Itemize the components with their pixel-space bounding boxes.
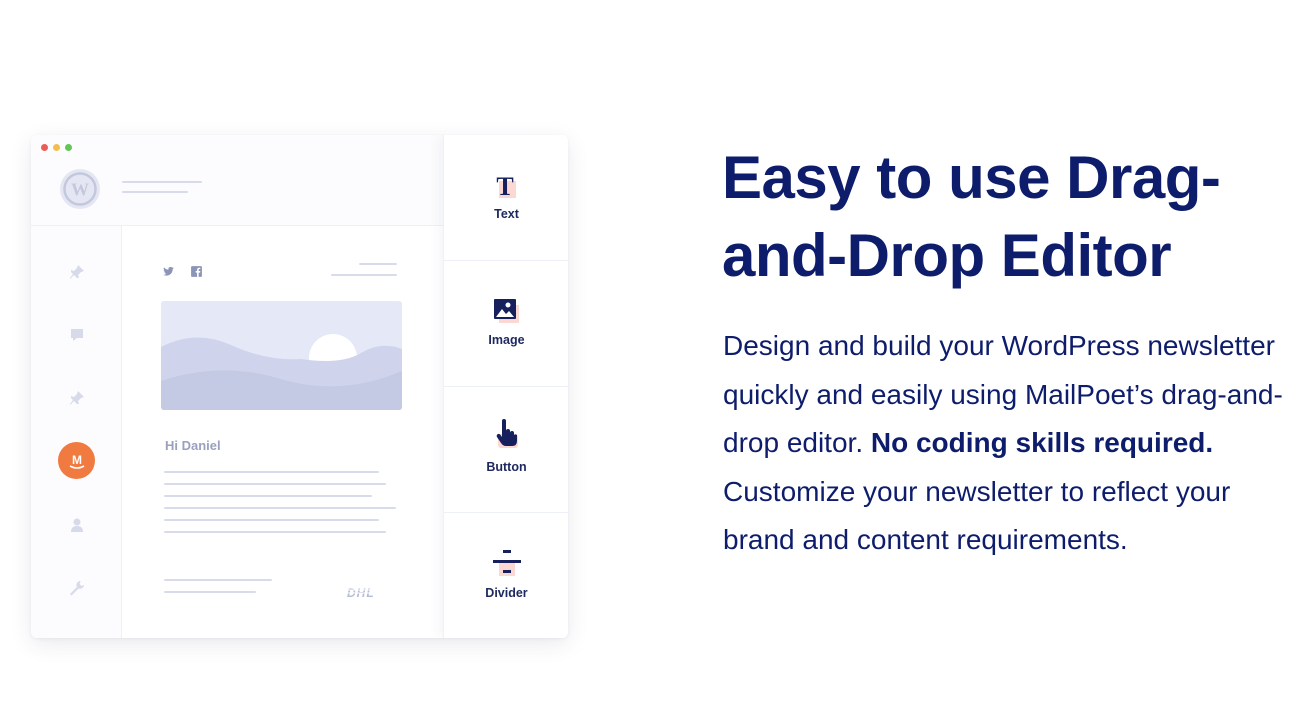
content-blocks-panel: T Text Image Button Divider [443,135,568,638]
editor-illustration: W M Hi Daniel DHL T Text Image Button Di… [31,135,568,638]
email-greeting: Hi Daniel [165,438,221,453]
button-block-label: Button [486,460,527,474]
twitter-icon [163,266,174,276]
wrench-icon [70,581,84,596]
wordpress-logo-icon: W [60,169,100,209]
window-controls [41,144,72,151]
header-line [122,181,202,183]
header-text-line [331,274,397,276]
wp-admin-sidebar: M [31,226,122,638]
footer-line [164,591,256,593]
minimize-dot [53,144,60,151]
paragraph-line [164,531,386,533]
section-description: Design and build your WordPress newslett… [723,322,1283,565]
text-block-label: Text [494,207,519,221]
dhl-logo: DHL [345,586,399,599]
image-icon [494,299,519,323]
description-text-continued: Customize your newsletter to reflect you… [723,475,1231,556]
divider-icon [493,550,521,576]
facebook-icon [191,266,202,277]
landscape-icon [161,334,402,410]
mailpoet-icon: M [58,442,95,479]
paragraph-line [164,519,379,521]
header-line [122,191,188,193]
email-canvas: Hi Daniel DHL [122,226,443,638]
mailpoet-logo-icon: M [69,453,84,469]
text-block[interactable]: T Text [444,135,568,261]
paragraph-line [164,507,396,509]
comment-icon [71,329,83,341]
user-icon [71,518,83,532]
svg-text:W: W [71,180,89,200]
svg-text:M: M [72,453,82,467]
pin-icon [70,391,84,405]
pointer-icon [496,419,518,448]
paragraph-line [164,483,386,485]
paragraph-line [164,495,372,497]
section-headline: Easy to use Drag-and-Drop Editor [722,144,1221,289]
maximize-dot [65,144,72,151]
image-block[interactable]: Image [444,261,568,387]
button-block[interactable]: Button [444,387,568,513]
description-emphasis: No coding skills required. [870,427,1214,458]
hero-image-placeholder [161,301,402,410]
pin-icon [70,265,84,279]
image-block-label: Image [488,333,525,347]
close-dot [41,144,48,151]
text-icon: T [496,172,516,201]
divider-block[interactable]: Divider [444,513,568,638]
svg-text:T: T [496,172,513,201]
wp-admin-header: W [31,135,443,226]
paragraph-line [164,471,379,473]
divider-block-label: Divider [485,586,528,600]
footer-line [164,579,272,581]
header-text-line [359,263,397,265]
